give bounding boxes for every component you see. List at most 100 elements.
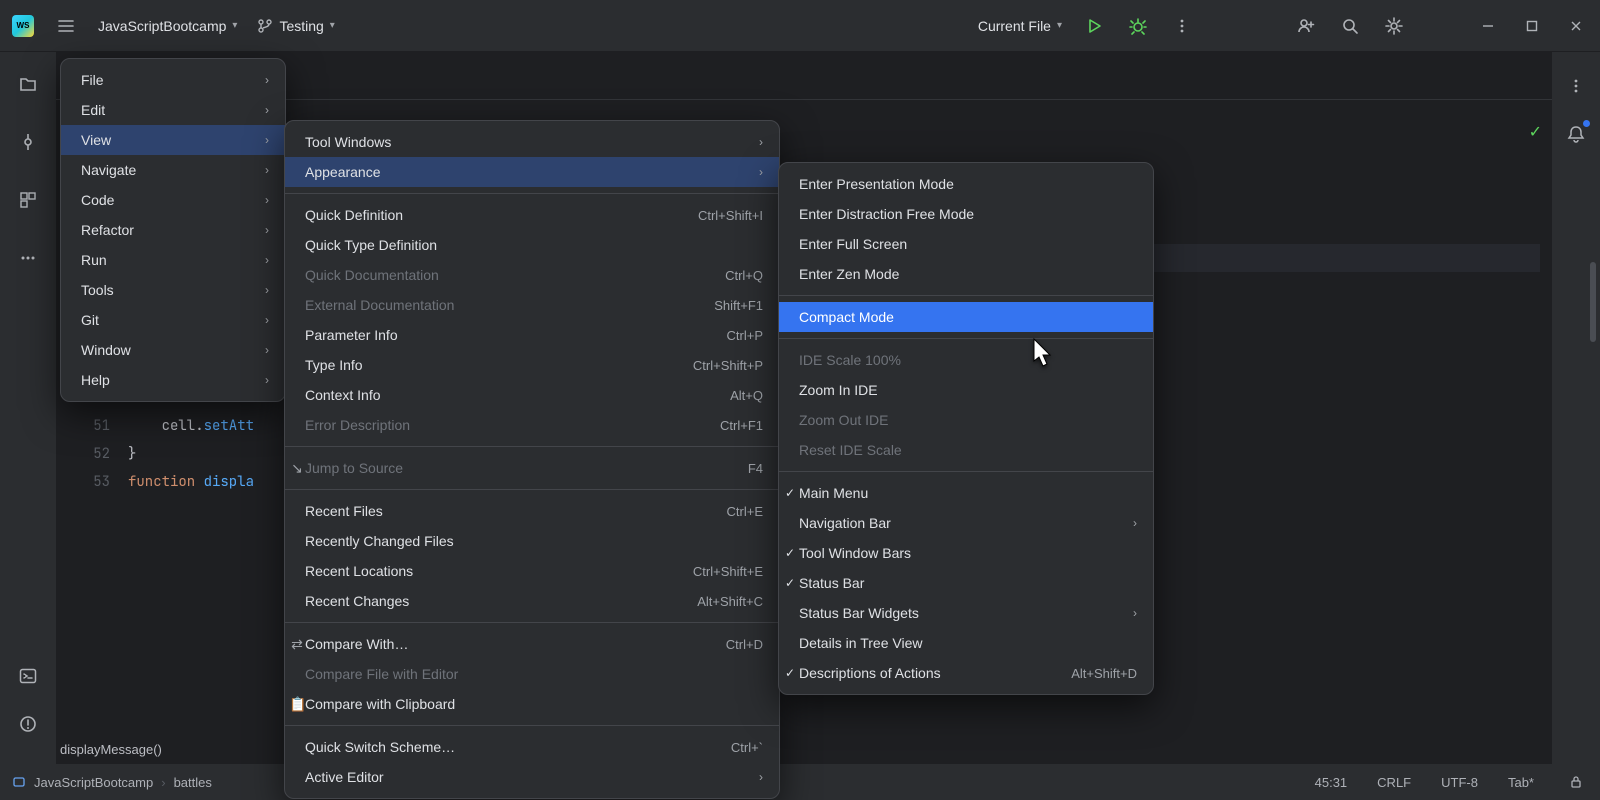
view-submenu: Tool Windows›Appearance› Quick Definition…	[284, 120, 780, 799]
project-folder-icon	[12, 775, 26, 789]
right-tool-stripe	[1552, 52, 1600, 764]
menu-item-edit[interactable]: Edit›	[61, 95, 285, 125]
menu-item-refactor[interactable]: Refactor›	[61, 215, 285, 245]
check-icon: ✓	[785, 666, 795, 680]
menu-item[interactable]: Enter Presentation Mode	[779, 169, 1153, 199]
file-encoding-widget[interactable]: UTF-8	[1441, 775, 1478, 790]
title-bar: WS JavaScriptBootcamp ▾ Testing ▾ Curren…	[0, 0, 1600, 52]
git-branch-widget[interactable]: Testing ▾	[257, 18, 334, 34]
menu-item-code[interactable]: Code›	[61, 185, 285, 215]
menu-item[interactable]: Active Editor›	[285, 762, 779, 792]
menu-item-label: Code	[81, 192, 114, 208]
menu-item[interactable]: Enter Distraction Free Mode	[779, 199, 1153, 229]
menu-item-run[interactable]: Run›	[61, 245, 285, 275]
menu-separator	[779, 295, 1153, 296]
menu-item[interactable]: Recent FilesCtrl+E	[285, 496, 779, 526]
menu-item[interactable]: Zoom In IDE	[779, 375, 1153, 405]
menu-item-label: Tool Window Bars	[799, 545, 911, 561]
code-with-me-icon[interactable]	[1294, 14, 1318, 38]
menu-item[interactable]: Context InfoAlt+Q	[285, 380, 779, 410]
settings-gear-icon[interactable]	[1382, 14, 1406, 38]
menu-item-window[interactable]: Window›	[61, 335, 285, 365]
run-button[interactable]	[1082, 14, 1106, 38]
structure-tool-icon[interactable]	[16, 188, 40, 212]
chevron-right-icon: ›	[161, 775, 165, 790]
project-tool-icon[interactable]	[16, 72, 40, 96]
menu-item-label: Parameter Info	[305, 327, 398, 343]
window-close-button[interactable]	[1564, 14, 1588, 38]
menu-item-shortcut: F4	[748, 461, 763, 476]
menu-item[interactable]: Appearance›	[285, 157, 779, 187]
check-icon: ✓	[785, 546, 795, 560]
branch-name-label: Testing	[279, 18, 323, 34]
terminal-tool-icon[interactable]	[16, 664, 40, 688]
menu-item[interactable]: Parameter InfoCtrl+P	[285, 320, 779, 350]
menu-item-view[interactable]: View›	[61, 125, 285, 155]
problems-tool-icon[interactable]	[16, 712, 40, 736]
more-tool-windows-icon[interactable]	[16, 246, 40, 270]
main-menu-popup: File›Edit›View›Navigate›Code›Refactor›Ru…	[60, 58, 286, 402]
main-menu-hamburger-icon[interactable]	[54, 14, 78, 38]
menu-item-label: Quick Type Definition	[305, 237, 437, 253]
menu-item[interactable]: Tool Windows›	[285, 127, 779, 157]
menu-item[interactable]: Details in Tree View	[779, 628, 1153, 658]
run-config-selector[interactable]: Current File ▾	[978, 18, 1062, 34]
indent-widget[interactable]: Tab*	[1508, 775, 1534, 790]
menu-item[interactable]: ✓Descriptions of ActionsAlt+Shift+D	[779, 658, 1153, 688]
menu-item-file[interactable]: File›	[61, 65, 285, 95]
menu-item-help[interactable]: Help›	[61, 365, 285, 395]
menu-item-navigate[interactable]: Navigate›	[61, 155, 285, 185]
left-tool-stripe	[0, 52, 56, 800]
crumb-project: JavaScriptBootcamp	[34, 775, 153, 790]
menu-item-label: Recently Changed Files	[305, 533, 454, 549]
menu-item-tools[interactable]: Tools›	[61, 275, 285, 305]
menu-separator	[779, 471, 1153, 472]
menu-item[interactable]: Enter Full Screen	[779, 229, 1153, 259]
menu-item-git[interactable]: Git›	[61, 305, 285, 335]
menu-item[interactable]: Enter Zen Mode	[779, 259, 1153, 289]
menu-item[interactable]: ✓ Tool Window Bars	[779, 538, 1153, 568]
menu-item[interactable]: Compact Mode	[779, 302, 1153, 332]
menu-separator	[285, 725, 779, 726]
menu-item[interactable]: Quick Type Definition	[285, 230, 779, 260]
window-minimize-button[interactable]	[1476, 14, 1500, 38]
editor-actions-more-icon[interactable]	[1564, 74, 1588, 98]
menu-item[interactable]: ⇄Compare With…Ctrl+D	[285, 629, 779, 659]
menu-item: ↘Jump to SourceF4	[285, 453, 779, 483]
debug-button[interactable]	[1126, 14, 1150, 38]
menu-item[interactable]: Recent ChangesAlt+Shift+C	[285, 586, 779, 616]
notifications-bell-icon[interactable]	[1564, 122, 1588, 146]
status-bar: JavaScriptBootcamp › battles 45:31 CRLF …	[0, 764, 1600, 800]
menu-item-label: Compare File with Editor	[305, 666, 458, 682]
menu-item[interactable]: ✓Status Bar	[779, 568, 1153, 598]
menu-item[interactable]: Quick DefinitionCtrl+Shift+I	[285, 200, 779, 230]
readonly-lock-icon[interactable]	[1564, 770, 1588, 794]
menu-separator	[285, 193, 779, 194]
menu-item[interactable]: Recent LocationsCtrl+Shift+E	[285, 556, 779, 586]
inspection-ok-icon[interactable]: ✓	[1529, 122, 1542, 142]
search-everywhere-icon[interactable]	[1338, 14, 1362, 38]
menu-item-label: Quick Definition	[305, 207, 403, 223]
caret-position[interactable]: 45:31	[1315, 775, 1348, 790]
editor-scrollbar[interactable]	[1590, 262, 1596, 342]
menu-item[interactable]: Status Bar Widgets›	[779, 598, 1153, 628]
menu-item[interactable]: ✓Main Menu	[779, 478, 1153, 508]
navbar-breadcrumb[interactable]: JavaScriptBootcamp › battles	[12, 775, 212, 790]
chevron-right-icon: ›	[759, 165, 763, 179]
menu-item[interactable]: Quick Switch Scheme…Ctrl+`	[285, 732, 779, 762]
menu-item[interactable]: 📋Compare with Clipboard	[285, 689, 779, 719]
commit-tool-icon[interactable]	[16, 130, 40, 154]
chevron-right-icon: ›	[759, 135, 763, 149]
menu-item-label: Git	[81, 312, 99, 328]
window-maximize-button[interactable]	[1520, 14, 1544, 38]
menu-item: Quick DocumentationCtrl+Q	[285, 260, 779, 290]
project-name-dropdown[interactable]: JavaScriptBootcamp ▾	[98, 18, 237, 34]
menu-item[interactable]: Navigation Bar›	[779, 508, 1153, 538]
line-separator-widget[interactable]: CRLF	[1377, 775, 1411, 790]
menu-item-shortcut: Ctrl+D	[726, 637, 763, 652]
menu-item[interactable]: Recently Changed Files	[285, 526, 779, 556]
more-actions-icon[interactable]	[1170, 14, 1194, 38]
menu-item[interactable]: Type InfoCtrl+Shift+P	[285, 350, 779, 380]
menu-item-label: Run	[81, 252, 107, 268]
appearance-submenu: Enter Presentation ModeEnter Distraction…	[778, 162, 1154, 695]
